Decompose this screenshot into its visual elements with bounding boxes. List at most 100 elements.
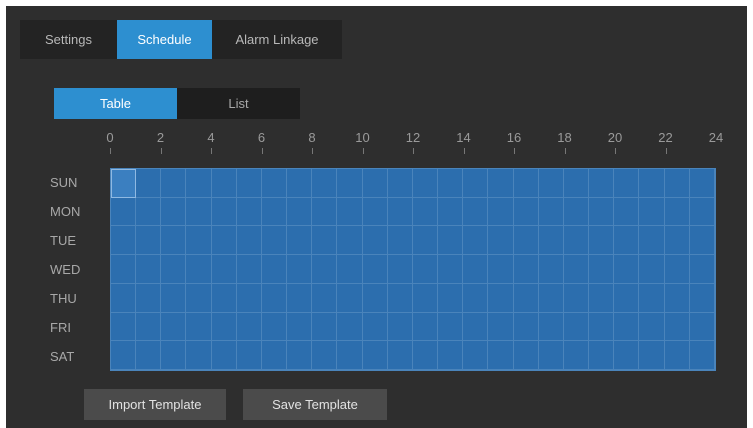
schedule-cell[interactable]	[513, 197, 539, 227]
schedule-cell[interactable]	[513, 312, 539, 342]
schedule-cell[interactable]	[412, 226, 439, 256]
schedule-cell[interactable]	[639, 255, 665, 284]
schedule-cell[interactable]	[639, 312, 665, 342]
schedule-cell[interactable]	[211, 341, 237, 370]
schedule-cell[interactable]	[589, 226, 615, 256]
schedule-cell[interactable]	[463, 283, 489, 313]
schedule-cell[interactable]	[463, 341, 489, 370]
schedule-cell[interactable]	[287, 226, 313, 256]
schedule-cell[interactable]	[161, 312, 187, 342]
tab-schedule[interactable]: Schedule	[117, 20, 212, 59]
schedule-cell[interactable]	[412, 341, 439, 370]
schedule-cell[interactable]	[161, 169, 187, 198]
schedule-cell[interactable]	[362, 255, 388, 284]
schedule-cell[interactable]	[136, 197, 162, 227]
schedule-cell[interactable]	[287, 283, 313, 313]
tab-alarm-linkage[interactable]: Alarm Linkage	[212, 20, 342, 59]
schedule-cell[interactable]	[312, 197, 338, 227]
schedule-cell[interactable]	[589, 283, 615, 313]
schedule-cell[interactable]	[438, 226, 464, 256]
schedule-cell[interactable]	[362, 312, 388, 342]
schedule-cell[interactable]	[689, 341, 715, 370]
schedule-cell[interactable]	[689, 312, 715, 342]
schedule-cell[interactable]	[287, 341, 313, 370]
schedule-cell[interactable]	[563, 255, 590, 284]
schedule-cell[interactable]	[639, 341, 665, 370]
schedule-cell[interactable]	[438, 283, 464, 313]
schedule-cell[interactable]	[337, 226, 363, 256]
schedule-cell[interactable]	[312, 283, 338, 313]
schedule-cell[interactable]	[136, 255, 162, 284]
schedule-cell[interactable]	[664, 341, 690, 370]
schedule-cell[interactable]	[236, 283, 262, 313]
schedule-cell[interactable]	[111, 197, 137, 227]
schedule-cell[interactable]	[186, 312, 212, 342]
save-template-button[interactable]: Save Template	[243, 389, 387, 420]
schedule-cell[interactable]	[261, 226, 288, 256]
schedule-cell[interactable]	[614, 255, 640, 284]
schedule-cell[interactable]	[362, 169, 388, 198]
schedule-cell[interactable]	[614, 226, 640, 256]
schedule-grid[interactable]	[110, 168, 716, 371]
schedule-cell[interactable]	[639, 169, 665, 198]
schedule-cell[interactable]	[538, 197, 564, 227]
schedule-cell[interactable]	[136, 283, 162, 313]
schedule-cell[interactable]	[689, 283, 715, 313]
schedule-cell[interactable]	[312, 255, 338, 284]
schedule-cell[interactable]	[538, 283, 564, 313]
schedule-cell[interactable]	[136, 169, 162, 198]
schedule-cell[interactable]	[412, 312, 439, 342]
schedule-cell[interactable]	[488, 169, 514, 198]
schedule-cell[interactable]	[563, 197, 590, 227]
schedule-cell[interactable]	[463, 226, 489, 256]
schedule-cell[interactable]	[236, 226, 262, 256]
schedule-cell[interactable]	[261, 197, 288, 227]
schedule-cell[interactable]	[563, 312, 590, 342]
schedule-cell[interactable]	[689, 255, 715, 284]
schedule-cell[interactable]	[337, 283, 363, 313]
import-template-button[interactable]: Import Template	[84, 389, 226, 420]
schedule-cell[interactable]	[538, 341, 564, 370]
schedule-cell[interactable]	[438, 255, 464, 284]
schedule-cell[interactable]	[513, 255, 539, 284]
schedule-cell[interactable]	[136, 226, 162, 256]
schedule-cell[interactable]	[261, 255, 288, 284]
schedule-cell[interactable]	[563, 169, 590, 198]
schedule-cell[interactable]	[614, 312, 640, 342]
schedule-cell[interactable]	[186, 226, 212, 256]
schedule-cell[interactable]	[236, 169, 262, 198]
schedule-cell[interactable]	[111, 283, 137, 313]
schedule-cell[interactable]	[362, 283, 388, 313]
view-tab-list[interactable]: List	[177, 88, 300, 119]
schedule-cell[interactable]	[589, 341, 615, 370]
schedule-cell[interactable]	[513, 226, 539, 256]
schedule-cell[interactable]	[538, 312, 564, 342]
schedule-cell[interactable]	[387, 197, 413, 227]
schedule-cell[interactable]	[463, 312, 489, 342]
schedule-cell[interactable]	[412, 255, 439, 284]
schedule-cell[interactable]	[412, 197, 439, 227]
schedule-cell[interactable]	[563, 341, 590, 370]
schedule-cell[interactable]	[664, 197, 690, 227]
schedule-cell[interactable]	[211, 169, 237, 198]
schedule-cell[interactable]	[664, 169, 690, 198]
schedule-cell[interactable]	[488, 283, 514, 313]
schedule-cell[interactable]	[136, 312, 162, 342]
schedule-cell[interactable]	[337, 169, 363, 198]
schedule-cell[interactable]	[488, 341, 514, 370]
schedule-cell[interactable]	[186, 169, 212, 198]
schedule-cell[interactable]	[664, 283, 690, 313]
schedule-cell[interactable]	[236, 197, 262, 227]
schedule-cell[interactable]	[261, 341, 288, 370]
schedule-cell[interactable]	[337, 197, 363, 227]
schedule-cell[interactable]	[161, 226, 187, 256]
schedule-cell[interactable]	[463, 255, 489, 284]
schedule-cell[interactable]	[488, 197, 514, 227]
schedule-cell[interactable]	[211, 226, 237, 256]
schedule-cell[interactable]	[589, 197, 615, 227]
schedule-cell[interactable]	[513, 341, 539, 370]
schedule-cell[interactable]	[387, 312, 413, 342]
schedule-cell[interactable]	[689, 197, 715, 227]
schedule-cell[interactable]	[563, 226, 590, 256]
view-tab-table[interactable]: Table	[54, 88, 177, 119]
